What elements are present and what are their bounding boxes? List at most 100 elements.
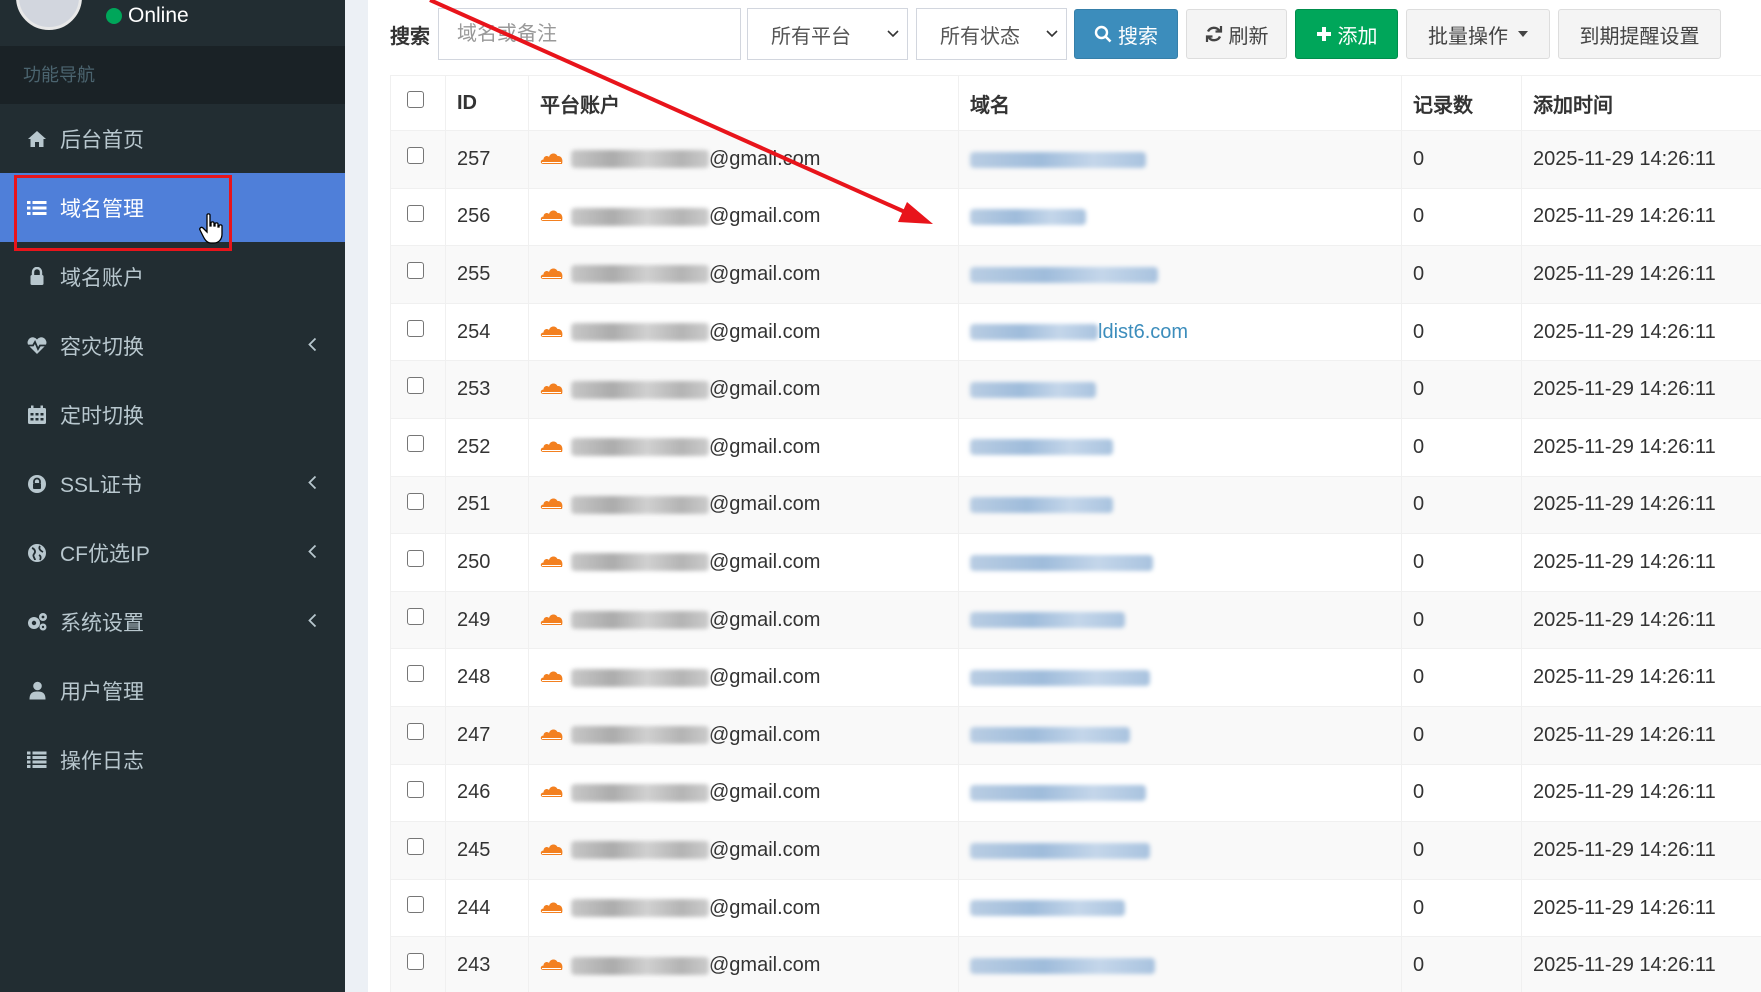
account-cell: @gmail.com — [528, 590, 959, 650]
sidebar-item-9[interactable]: 操作日志 — [0, 725, 345, 794]
table-row[interactable]: 243 @gmail.com 0 2025-11-29 14:26:11 — [390, 936, 1761, 992]
col-header-account[interactable]: 平台账户 — [528, 75, 959, 131]
records-cell: 0 — [1401, 648, 1522, 707]
domain-cell[interactable] — [958, 648, 1402, 707]
row-checkbox[interactable] — [407, 953, 424, 971]
account-cell: @gmail.com — [528, 417, 959, 477]
row-checkbox[interactable] — [407, 780, 424, 798]
records-cell: 0 — [1401, 360, 1522, 419]
domain-cell[interactable] — [958, 705, 1402, 765]
row-checkbox[interactable] — [407, 665, 424, 683]
row-checkbox[interactable] — [407, 262, 424, 280]
sidebar-item-8[interactable]: 用户管理 — [0, 656, 345, 725]
batch-operations-button[interactable]: 批量操作 — [1406, 9, 1550, 59]
refresh-button[interactable]: 刷新 — [1186, 9, 1287, 59]
domain-table: ID 平台账户 域名 记录数 添加时间 257 @gmail.com 0 2025-1… — [390, 75, 1761, 992]
table-row[interactable]: 256 @gmail.com 0 2025-11-29 14:26:11 — [390, 187, 1761, 247]
domain-cell[interactable]: ldist6.com — [958, 302, 1402, 362]
domain-cell[interactable] — [958, 821, 1402, 880]
domain-cell[interactable] — [958, 936, 1402, 992]
table-row[interactable]: 246 @gmail.com 0 2025-11-29 14:26:11 — [390, 763, 1761, 823]
sidebar-item-3[interactable]: 容灾切换 — [0, 311, 345, 380]
row-checkbox[interactable] — [407, 204, 424, 222]
sidebar-item-0[interactable]: 后台首页 — [0, 104, 345, 173]
cloudflare-icon — [540, 839, 571, 862]
table-row[interactable]: 249 @gmail.com 0 2025-11-29 14:26:11 — [390, 590, 1761, 650]
row-checkbox[interactable] — [407, 434, 424, 452]
status-select[interactable]: 所有状态 — [916, 8, 1067, 60]
domain-cell[interactable] — [958, 360, 1402, 419]
online-status-label: Online — [128, 4, 189, 27]
domain-link-text[interactable]: ldist6.com — [1098, 321, 1188, 343]
row-checkbox[interactable] — [407, 319, 424, 337]
table-row[interactable]: 253 @gmail.com 0 2025-11-29 14:26:11 — [390, 360, 1761, 419]
lock-icon — [26, 267, 48, 286]
table-row[interactable]: 251 @gmail.com 0 2025-11-29 14:26:11 — [390, 475, 1761, 535]
account-cell: @gmail.com — [528, 475, 959, 535]
platform-select[interactable]: 所有平台 — [747, 8, 908, 60]
account-suffix: @gmail.com — [709, 666, 821, 689]
redacted-domain — [970, 554, 1153, 571]
globe-icon — [26, 543, 48, 563]
table-row[interactable]: 244 @gmail.com 0 2025-11-29 14:26:11 — [390, 878, 1761, 938]
table-row[interactable]: 254 @gmail.com ldist6.com 0 2025-11-29 14:26… — [390, 302, 1761, 362]
expiry-reminder-button[interactable]: 到期提醒设置 — [1558, 9, 1721, 59]
row-select-cell — [390, 360, 446, 419]
added-time-cell: 2025-11-29 14:26:11 — [1521, 245, 1761, 304]
select-all-checkbox[interactable] — [407, 90, 424, 108]
search-button[interactable]: 搜索 — [1074, 9, 1178, 59]
table-row[interactable]: 255 @gmail.com 0 2025-11-29 14:26:11 — [390, 245, 1761, 304]
sidebar-item-5[interactable]: SSL证书 — [0, 449, 345, 518]
account-cell: @gmail.com — [528, 821, 959, 880]
table-row[interactable]: 257 @gmail.com 0 2025-11-29 14:26:11 — [390, 130, 1761, 189]
account-cell: @gmail.com — [528, 878, 959, 938]
row-select-cell — [390, 475, 446, 535]
domain-cell[interactable] — [958, 533, 1402, 592]
domain-cell[interactable] — [958, 187, 1402, 247]
col-header-domain[interactable]: 域名 — [958, 75, 1402, 131]
added-time-cell: 2025-11-29 14:26:11 — [1521, 936, 1761, 992]
table-row[interactable]: 248 @gmail.com 0 2025-11-29 14:26:11 — [390, 648, 1761, 707]
sidebar-item-1[interactable]: 域名管理 — [0, 173, 345, 242]
sidebar-item-2[interactable]: 域名账户 — [0, 242, 345, 311]
search-label: 搜索 — [390, 26, 430, 48]
domain-cell[interactable] — [958, 417, 1402, 477]
row-checkbox[interactable] — [407, 838, 424, 856]
col-header-added-time[interactable]: 添加时间 — [1521, 75, 1761, 131]
id-cell: 245 — [445, 821, 529, 880]
row-checkbox[interactable] — [407, 895, 424, 913]
add-button[interactable]: 添加 — [1295, 9, 1398, 59]
sidebar-item-label: 操作日志 — [60, 749, 144, 773]
chevron-left-icon — [308, 334, 317, 357]
search-input[interactable] — [438, 8, 741, 60]
table-row[interactable]: 250 @gmail.com 0 2025-11-29 14:26:11 — [390, 533, 1761, 592]
domain-cell[interactable] — [958, 878, 1402, 938]
cloudflare-icon — [540, 551, 571, 574]
table-row[interactable]: 247 @gmail.com 0 2025-11-29 14:26:11 — [390, 705, 1761, 765]
domain-cell[interactable] — [958, 130, 1402, 189]
added-time-cell: 2025-11-29 14:26:11 — [1521, 648, 1761, 707]
row-checkbox[interactable] — [407, 550, 424, 568]
domain-cell[interactable] — [958, 590, 1402, 650]
table-row[interactable]: 252 @gmail.com 0 2025-11-29 14:26:11 — [390, 417, 1761, 477]
redacted-domain — [970, 900, 1125, 917]
row-checkbox[interactable] — [407, 722, 424, 740]
row-checkbox[interactable] — [407, 607, 424, 625]
row-checkbox[interactable] — [407, 492, 424, 510]
main-content: 搜索 所有平台 所有状态 搜索 刷新 添加 批量操作 到期提醒设置 — [368, 0, 1761, 992]
sidebar-item-4[interactable]: 定时切换 — [0, 380, 345, 449]
row-checkbox[interactable] — [407, 377, 424, 395]
domain-cell[interactable] — [958, 763, 1402, 823]
redacted-account-name — [571, 956, 709, 975]
domain-cell[interactable] — [958, 245, 1402, 304]
sidebar-nav: 后台首页 域名管理 域名账户 容灾切换 定时切换 SSL证书 CF优选IP 系统设置 用户管理操… — [0, 104, 345, 794]
col-header-records[interactable]: 记录数 — [1401, 75, 1522, 131]
row-checkbox[interactable] — [407, 147, 424, 165]
added-time-cell: 2025-11-29 14:26:11 — [1521, 705, 1761, 765]
domain-cell[interactable] — [958, 475, 1402, 535]
col-header-id[interactable]: ID — [445, 75, 529, 131]
sidebar-item-7[interactable]: 系统设置 — [0, 587, 345, 656]
sidebar-item-6[interactable]: CF优选IP — [0, 518, 345, 587]
redacted-domain — [970, 439, 1113, 456]
table-row[interactable]: 245 @gmail.com 0 2025-11-29 14:26:11 — [390, 821, 1761, 880]
